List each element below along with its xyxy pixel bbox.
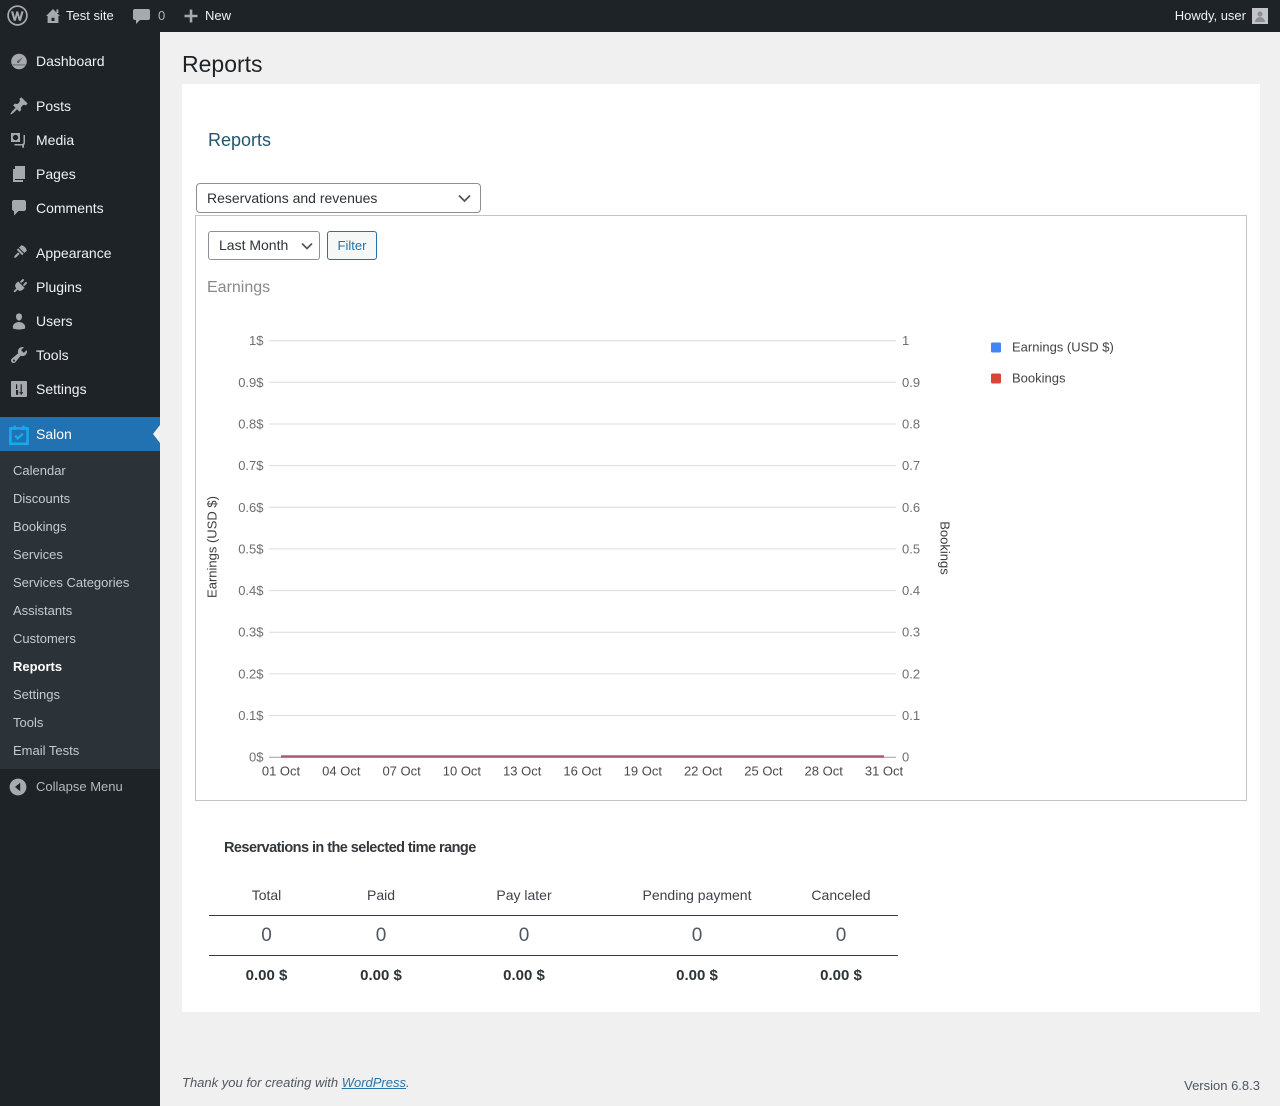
svg-text:19 Oct: 19 Oct bbox=[624, 764, 663, 779]
svg-text:1$: 1$ bbox=[249, 333, 264, 348]
svg-text:0.8: 0.8 bbox=[902, 417, 920, 432]
svg-text:22 Oct: 22 Oct bbox=[684, 764, 723, 779]
svg-text:0$: 0$ bbox=[249, 750, 264, 765]
svg-text:31 Oct: 31 Oct bbox=[865, 764, 904, 779]
svg-text:1: 1 bbox=[902, 333, 909, 348]
svg-text:Earnings (USD $): Earnings (USD $) bbox=[205, 496, 220, 598]
svg-text:0.4: 0.4 bbox=[902, 583, 920, 598]
svg-text:Earnings (USD $): Earnings (USD $) bbox=[1012, 340, 1114, 355]
svg-text:0.6: 0.6 bbox=[902, 500, 920, 515]
svg-text:0.9: 0.9 bbox=[902, 375, 920, 390]
svg-text:16 Oct: 16 Oct bbox=[563, 764, 602, 779]
svg-text:0.4$: 0.4$ bbox=[238, 583, 264, 598]
svg-text:13 Oct: 13 Oct bbox=[503, 764, 542, 779]
svg-text:28 Oct: 28 Oct bbox=[805, 764, 844, 779]
svg-text:0.5: 0.5 bbox=[902, 541, 920, 556]
svg-text:07 Oct: 07 Oct bbox=[382, 764, 421, 779]
svg-text:0.2: 0.2 bbox=[902, 666, 920, 681]
svg-text:0.3: 0.3 bbox=[902, 625, 920, 640]
svg-text:0.7$: 0.7$ bbox=[238, 458, 264, 473]
svg-text:04 Oct: 04 Oct bbox=[322, 764, 361, 779]
svg-text:25 Oct: 25 Oct bbox=[744, 764, 783, 779]
svg-text:0.6$: 0.6$ bbox=[238, 500, 264, 515]
svg-text:0.9$: 0.9$ bbox=[238, 375, 264, 390]
svg-text:01 Oct: 01 Oct bbox=[262, 764, 301, 779]
svg-text:0.5$: 0.5$ bbox=[238, 541, 264, 556]
svg-text:0.1: 0.1 bbox=[902, 708, 920, 723]
svg-text:10 Oct: 10 Oct bbox=[443, 764, 482, 779]
svg-text:0: 0 bbox=[902, 750, 909, 765]
svg-text:0.8$: 0.8$ bbox=[238, 417, 264, 432]
svg-text:0.7: 0.7 bbox=[902, 458, 920, 473]
svg-text:Bookings: Bookings bbox=[938, 521, 953, 575]
svg-text:0.1$: 0.1$ bbox=[238, 708, 264, 723]
svg-text:Bookings: Bookings bbox=[1012, 371, 1066, 386]
svg-text:0.2$: 0.2$ bbox=[238, 666, 264, 681]
svg-text:0.3$: 0.3$ bbox=[238, 625, 264, 640]
